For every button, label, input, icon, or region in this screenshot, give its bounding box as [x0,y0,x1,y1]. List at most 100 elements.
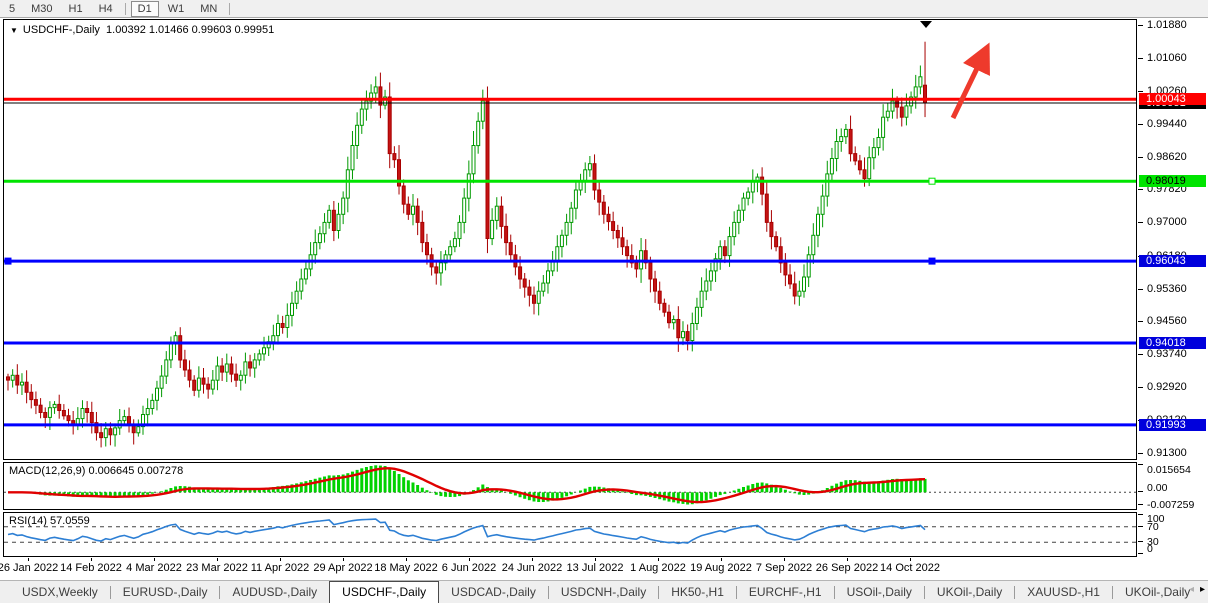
x-axis-tick [658,558,659,561]
x-axis-label: 4 Mar 2022 [126,562,182,574]
tab-xauusd-h1[interactable]: XAUUSD-,H1 [1015,582,1112,603]
macd-scale-tick [1138,504,1143,505]
x-axis-tick [532,558,533,561]
timeframe-toolbar: 5M30H1H4 D1W1MN [0,0,1208,18]
support-blue-line-1-handle-left[interactable] [5,258,11,264]
macd-scale-label: 0.015654 [1147,464,1191,476]
trading-terminal-window: 5M30H1H4 D1W1MN ▼ USDCHF-,Daily 1.00392 1.… [0,0,1208,603]
macd-scale-tick [1138,464,1143,465]
y-axis-label: 0.97000 [1147,216,1187,228]
period-button-h1[interactable]: H1 [62,1,90,17]
period-button-w1[interactable]: W1 [161,1,192,17]
x-axis-label: 26 Jan 2022 [0,562,58,574]
tab-usdcad-daily[interactable]: USDCAD-,Daily [439,582,548,603]
tab-audusd-daily[interactable]: AUDUSD-,Daily [220,582,329,603]
y-axis-tick [1138,157,1143,158]
price-label-1.00043: 1.00043 [1139,93,1206,105]
y-axis-tick [1138,222,1143,223]
y-axis-tick [1138,387,1143,388]
x-axis-label: 14 Feb 2022 [60,562,122,574]
tab-usdchf-daily[interactable]: USDCHF-,Daily [329,581,439,603]
macd-label: MACD(12,26,9) 0.006645 0.007278 [9,465,183,477]
period-button-d1[interactable]: D1 [131,1,159,17]
x-axis-label: 11 Apr 2022 [251,562,310,574]
tab-scroll-controls: ◂ ▸ [1189,584,1205,595]
tab-ukoil-daily[interactable]: UKOil-,Daily [925,582,1014,603]
x-axis-label: 26 Sep 2022 [816,562,878,574]
macd-scale-tick [1138,491,1143,492]
y-axis-label: 0.92920 [1147,381,1187,393]
x-axis-tick [784,558,785,561]
support-green-line-handle-right[interactable] [929,178,935,184]
period-button-m30[interactable]: M30 [24,1,59,17]
rsi-label: RSI(14) 57.0559 [9,515,90,527]
rsi-scale-tick [1138,514,1143,515]
x-axis-tick [91,558,92,561]
x-axis-tick [847,558,848,561]
x-axis-tick [343,558,344,561]
tab-eurchf-h1[interactable]: EURCHF-,H1 [737,582,834,603]
tab-eurusd-daily[interactable]: EURUSD-,Daily [111,582,220,603]
tab-scroll-right-icon[interactable]: ▸ [1200,584,1205,595]
x-axis-label: 24 Jun 2022 [502,562,563,574]
y-axis-tick [1138,354,1143,355]
y-axis-label: 0.99440 [1147,118,1187,130]
price-scale[interactable]: 1.018801.010601.002600.994400.986200.978… [1138,19,1208,558]
tab-hk50-h1[interactable]: HK50-,H1 [659,582,736,603]
macd-scale-label: -0.007259 [1147,499,1194,511]
y-axis-tick [1138,453,1143,454]
price-label-0.91993: 0.91993 [1139,419,1206,431]
chart-title: ▼ USDCHF-,Daily 1.00392 1.01466 0.99603 0… [10,24,274,36]
rsi-line [8,519,925,543]
x-axis-label: 19 Aug 2022 [690,562,752,574]
period-button-5[interactable]: 5 [2,1,22,17]
x-axis-label: 7 Sep 2022 [756,562,812,574]
tab-usoil-daily[interactable]: USOil-,Daily [835,582,924,603]
x-axis-tick [721,558,722,561]
x-axis-label: 1 Aug 2022 [630,562,686,574]
tab-usdcnh-daily[interactable]: USDCNH-,Daily [549,582,658,603]
rsi-scale-label: 0 [1147,543,1153,555]
x-axis-tick [154,558,155,561]
tab-scroll-left-icon[interactable]: ◂ [1189,584,1194,595]
y-axis-label: 0.94560 [1147,315,1187,327]
x-axis-label: 14 Oct 2022 [880,562,940,574]
y-axis-label: 0.91300 [1147,447,1187,459]
toolbar-divider [125,3,126,15]
chart-tab-bar: USDX,WeeklyEURUSD-,DailyAUDUSD-,DailyUSD… [0,580,1208,603]
rsi-panel: RSI(14) 57.0559 [3,512,1137,557]
x-axis-label: 18 May 2022 [374,562,438,574]
tab-usdx-weekly[interactable]: USDX,Weekly [10,582,110,603]
chart-dropdown-icon[interactable]: ▼ [10,26,18,35]
y-axis-label: 0.93740 [1147,348,1187,360]
rsi-scale-tick [1138,541,1143,542]
y-axis-label: 0.98620 [1147,151,1187,163]
y-axis-tick [1138,25,1143,26]
y-axis-tick [1138,189,1143,190]
macd-scale-label: 0.00 [1147,482,1167,494]
period-button-mn[interactable]: MN [193,1,224,17]
y-axis-tick [1138,289,1143,290]
chart-ohlc-values: 1.00392 1.01466 0.99603 0.99951 [106,24,274,36]
candlestick-plot[interactable] [4,20,1136,459]
x-axis-tick [595,558,596,561]
y-axis-label: 1.01880 [1147,19,1187,31]
x-axis-label: 29 Apr 2022 [313,562,372,574]
trend-arrow[interactable] [953,56,983,118]
y-axis-tick [1138,321,1143,322]
date-axis[interactable]: 26 Jan 202214 Feb 20224 Mar 202223 Mar 2… [3,558,1208,579]
rsi-scale-tick [1138,526,1143,527]
rsi-scale-tick [1138,553,1143,554]
rsi-scale-label: 70 [1147,521,1159,533]
rsi-plot[interactable] [4,513,1136,556]
x-axis-tick [280,558,281,561]
x-axis-label: 6 Jun 2022 [442,562,496,574]
chart-symbol-label: USDCHF-,Daily [23,24,100,36]
x-axis-label: 13 Jul 2022 [567,562,624,574]
price-label-0.94018: 0.94018 [1139,337,1206,349]
y-axis-label: 0.95360 [1147,283,1187,295]
x-axis-tick [910,558,911,561]
support-blue-line-1-handle-right[interactable] [929,258,935,264]
period-button-h4[interactable]: H4 [92,1,120,17]
y-axis-tick [1138,91,1143,92]
